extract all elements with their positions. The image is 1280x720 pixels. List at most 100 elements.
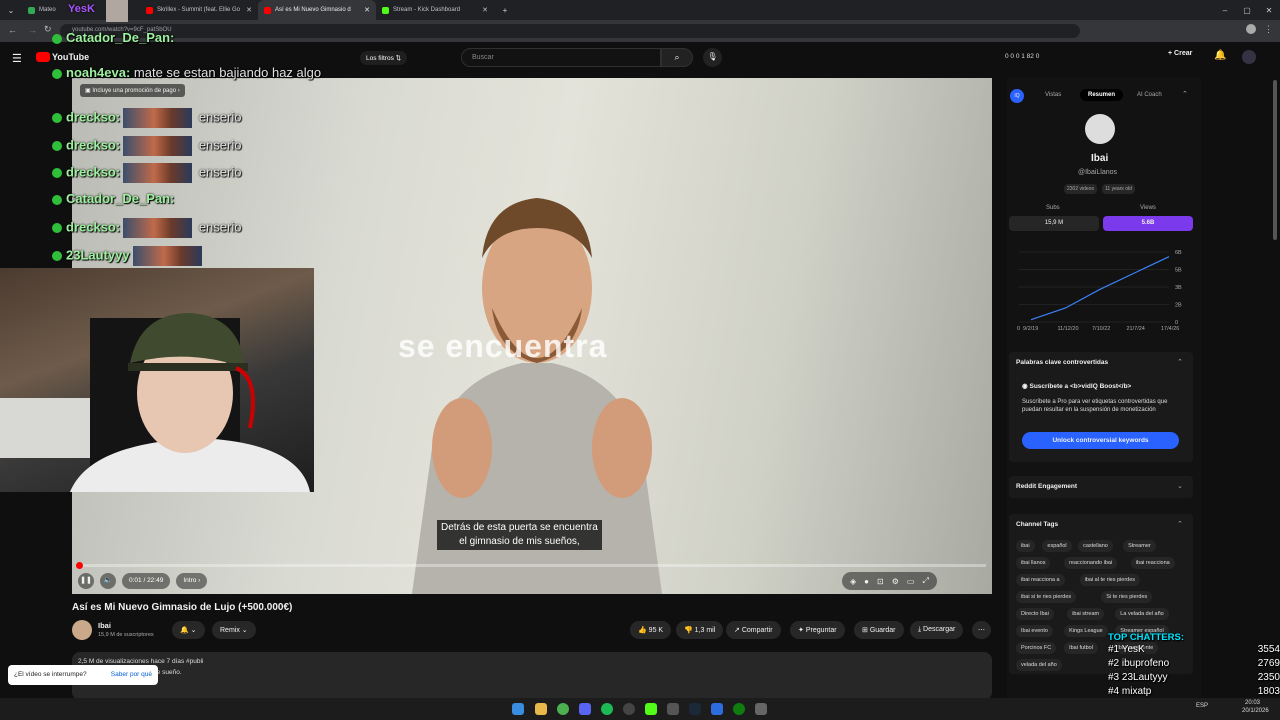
clock-time[interactable]: 20:03 [1245,700,1260,706]
tab-vistas[interactable]: Vistas [1045,92,1061,98]
chrome-icon[interactable] [557,703,569,715]
close-tab-icon[interactable]: ✕ [482,6,488,14]
save-button[interactable]: ⊞ Guardar [854,621,904,639]
tab-ai-coach[interactable]: AI Coach [1137,92,1162,98]
channel-tag[interactable]: ibai stream [1067,608,1105,620]
ask-button[interactable]: ✦ Preguntar [790,621,845,639]
create-button[interactable]: + Crear [1168,50,1192,57]
chat-username: dreckso: [66,219,121,235]
more-actions-icon[interactable]: ⋯ [972,621,991,639]
forward-icon[interactable]: → [28,25,37,35]
collapse-chevron-icon[interactable]: ⌃ [1182,90,1188,98]
search-icon[interactable]: ⌕ [661,48,693,67]
mic-icon[interactable]: 🎙 [703,48,722,67]
language-indicator[interactable]: ESP [1196,703,1208,709]
file-explorer-icon[interactable] [535,703,547,715]
channel-tag[interactable]: castellano [1078,540,1113,552]
channel-avatar[interactable] [72,620,92,640]
progress-bar[interactable] [78,564,986,567]
app-icon[interactable] [667,703,679,715]
tab-skrillex[interactable]: Skrillex - Summit (feat. Ellie Go ✕ [140,0,258,20]
fullscreen-icon[interactable]: ⤢ [922,576,928,586]
channel-tag[interactable]: ibai [1016,540,1035,552]
channel-tag[interactable]: Streamer [1123,540,1156,552]
notifications-bell-icon[interactable]: 🔔 [1214,50,1226,61]
subs-value[interactable]: 15,9 M [1009,216,1099,231]
remix-button[interactable]: Remix ⌄ [212,621,256,639]
app-icon[interactable] [755,703,767,715]
burned-in-caption: se encuentra [398,328,608,364]
channel-tag[interactable]: reaccionando ibai [1064,557,1118,569]
discord-icon[interactable] [579,703,591,715]
settings-gear-icon[interactable]: ⚙ [892,577,899,586]
channel-tag[interactable]: Porcinos FC [1016,642,1057,654]
channel-tag[interactable]: La velada del año [1115,608,1169,620]
download-button[interactable]: ⤓ Descargar [910,621,964,639]
close-tab-icon[interactable]: ✕ [246,6,252,14]
channel-tag[interactable]: ibai reacciona a [1016,574,1065,586]
channel-tag[interactable]: Kings League [1064,625,1108,637]
channel-tag[interactable]: Si te ries pierdes [1101,591,1153,603]
tab-resumen[interactable]: Resumen [1080,89,1124,101]
channel-name[interactable]: Ibai [98,621,111,630]
reload-icon[interactable]: ↻ [44,24,52,35]
channel-tag[interactable]: ibai reacciona [1130,557,1175,569]
clock-date[interactable]: 20/1/2026 [1242,708,1269,714]
channel-tag[interactable]: Ibai evento [1016,625,1053,637]
channel-tag[interactable]: Ibai futbol [1064,642,1098,654]
kick-icon[interactable] [645,703,657,715]
tab-ibai-gym[interactable]: Así es Mi Nuevo Gimnasio d ✕ [258,0,376,20]
miniplayer-icon[interactable]: ▭ [907,577,915,586]
volume-icon[interactable]: 🔈 [100,573,116,589]
scrubber-handle[interactable] [76,562,83,569]
profile-avatar[interactable] [1246,24,1256,34]
channel-tag[interactable]: ibai llanos [1016,557,1051,569]
vidiq-filters-button[interactable]: Los filtros ⇅ [360,51,408,65]
minimize-button[interactable]: – [1214,6,1236,15]
notification-bell-button[interactable]: 🔔 ⌄ [172,621,205,639]
tab-kick-dashboard[interactable]: Stream - Kick Dashboard ✕ [376,0,494,20]
dislike-button[interactable]: 👎 1,3 mil [676,621,724,639]
chat-username: 23Lautyyy [66,247,130,263]
tab-search-icon[interactable]: ⌄ [0,6,22,15]
page-scrollbar[interactable] [1273,80,1277,240]
obs-icon[interactable] [623,703,635,715]
vidiq-player-icon[interactable]: ◈ [850,577,856,586]
menu-kebab-icon[interactable]: ⋮ [1264,24,1273,35]
share-button[interactable]: ↗ Compartir [726,621,781,639]
back-icon[interactable]: ← [8,25,17,35]
subtitles-icon[interactable]: ⊡ [877,577,884,586]
channel-tag[interactable]: ibai al te ries pierdes [1079,574,1141,586]
collapse-chevron-icon[interactable]: ⌃ [1177,520,1183,528]
close-window-button[interactable]: ✕ [1258,6,1280,15]
channel-tag[interactable]: ibai si te ries pierdes [1016,591,1077,603]
channel-tag[interactable]: español [1042,540,1072,552]
hamburger-menu-icon[interactable]: ☰ [12,52,22,65]
steam-icon[interactable] [689,703,701,715]
channel-tag[interactable]: Directo Ibai [1016,608,1054,620]
close-tab-icon[interactable]: ✕ [364,6,370,14]
new-tab-button[interactable]: + [494,6,516,15]
xbox-icon[interactable] [733,703,745,715]
pause-icon[interactable]: ❚❚ [78,573,94,589]
reddit-engagement-card[interactable]: Reddit Engagement ⌄ [1009,476,1193,498]
collapse-chevron-icon[interactable]: ⌃ [1177,358,1183,366]
autoplay-toggle[interactable]: ● [864,577,869,586]
ask-label: Preguntar [805,627,837,634]
start-menu-icon[interactable] [512,703,524,715]
like-button[interactable]: 👍 95 K [630,621,672,639]
description-box[interactable]: 2,5 M de visualizaciones hace 7 días #pu… [72,652,992,700]
address-field[interactable]: youtube.com/watch?v=9cF_patSbOU [60,24,1080,38]
youtube-logo-icon[interactable] [36,52,50,62]
chapter-button[interactable]: Intro › [176,573,208,589]
account-avatar[interactable] [1242,50,1256,64]
spotify-icon[interactable] [601,703,613,715]
views-value[interactable]: 5.6B [1103,216,1193,231]
search-input[interactable]: Buscar [461,48,661,67]
app-icon[interactable] [711,703,723,715]
channel-tag[interactable]: velada del año [1016,659,1062,671]
expand-chevron-icon[interactable]: ⌄ [1177,482,1183,490]
learn-why-link[interactable]: Saber por qué [111,671,152,679]
maximize-button[interactable]: ▢ [1236,6,1258,15]
unlock-keywords-button[interactable]: Unlock controversial keywords [1022,432,1179,449]
